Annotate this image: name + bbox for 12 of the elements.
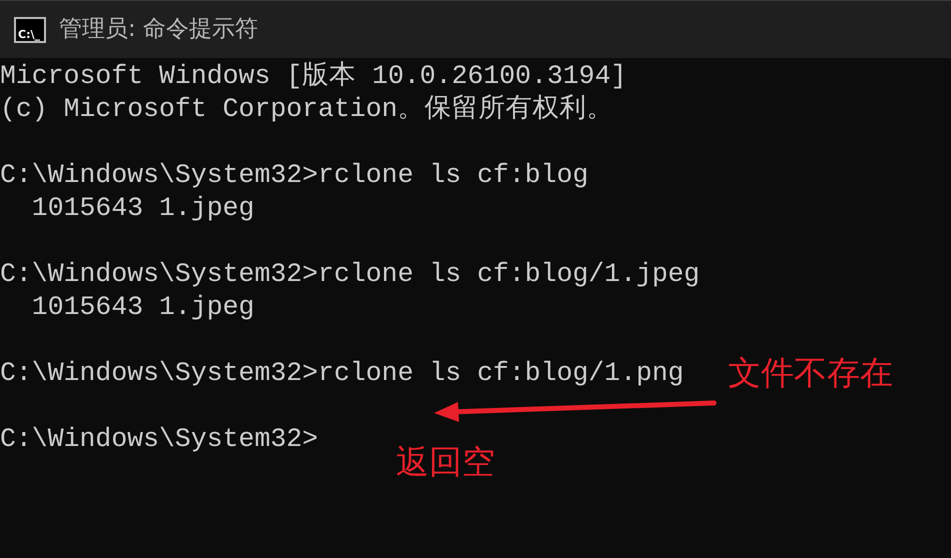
terminal-line: C:\Windows\System32>rclone ls cf:blog/1.jpeg <box>0 258 700 291</box>
terminal-line: C:\Windows\System32>rclone ls cf:blog <box>0 159 588 192</box>
terminal-line: 1015643 1.jpeg <box>30 291 254 324</box>
annotation-text: 返回空 <box>396 445 495 478</box>
terminal-icon: C:\_ <box>14 16 46 42</box>
terminal-line: C:\Windows\System32> <box>0 423 318 456</box>
terminal-line: C:\Windows\System32>rclone ls cf:blog/1.png <box>0 357 684 390</box>
terminal-line: Microsoft Windows [版本 10.0.26100.3194] <box>0 60 626 93</box>
terminal-line: (c) Microsoft Corporation。保留所有权利。 <box>0 93 614 126</box>
window-title: 管理员: 命令提示符 <box>59 15 258 44</box>
annotation-text: 文件不存在 <box>728 356 893 389</box>
terminal-line: 1015643 1.jpeg <box>30 192 254 225</box>
